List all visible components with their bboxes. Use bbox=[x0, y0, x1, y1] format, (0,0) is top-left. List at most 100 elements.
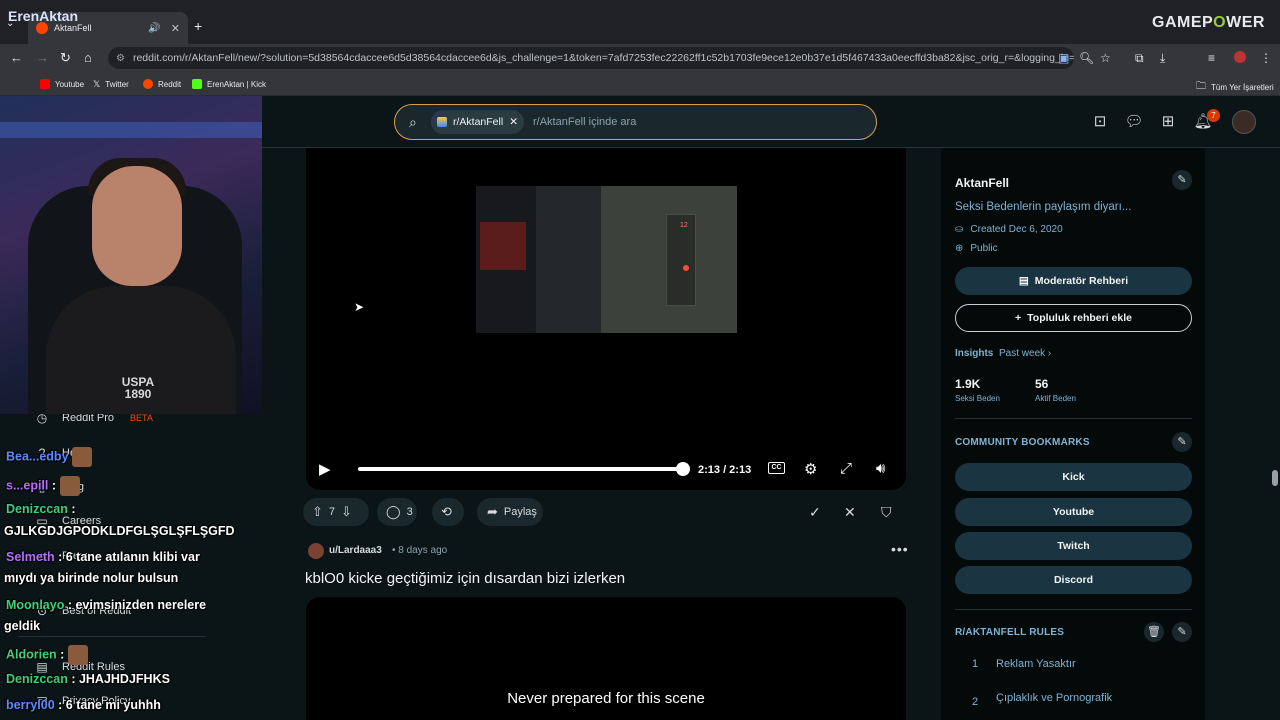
post-time: • 8 days ago bbox=[392, 545, 448, 556]
edit-pencil-icon[interactable]: ✎ bbox=[1172, 170, 1192, 190]
video-progress-bar[interactable] bbox=[358, 467, 683, 471]
chevron-right-icon: › bbox=[1047, 348, 1052, 359]
share-button[interactable]: ➦ Paylaş bbox=[487, 504, 537, 520]
youtube-icon bbox=[40, 79, 50, 89]
rule-text[interactable]: Reklam Yasaktır bbox=[996, 658, 1076, 670]
crosspost-button[interactable]: ⟲ bbox=[441, 504, 452, 520]
bookmark-discord-button[interactable]: Discord bbox=[955, 566, 1192, 594]
reddit-icon bbox=[143, 79, 153, 89]
post-options-icon[interactable]: ••• bbox=[891, 541, 909, 557]
comments-button[interactable]: ◯ 3 bbox=[386, 504, 413, 520]
back-icon[interactable]: ← bbox=[10, 50, 23, 65]
created-date: ⛀ Created Dec 6, 2020 bbox=[955, 224, 1063, 235]
bookmark-label: Reddit bbox=[158, 79, 182, 89]
stat-members: 1.9K Seksi Beden bbox=[955, 377, 1000, 403]
all-bookmarks-label: Tüm Yer İşaretleri bbox=[1211, 83, 1274, 92]
bookmark-reddit[interactable]: Reddit bbox=[143, 79, 181, 89]
rule-text[interactable]: Çıplaklık ve Pornografik bbox=[996, 692, 1112, 704]
new-tab-button[interactable]: + bbox=[194, 18, 202, 34]
rule-number: 2 bbox=[972, 696, 979, 708]
shield-icon[interactable]: ⛉ bbox=[881, 504, 892, 521]
home-icon[interactable]: ⌂ bbox=[84, 50, 92, 65]
address-bar[interactable]: ⚙ reddit.com/r/AktanFell/new/?solution=5… bbox=[108, 47, 1074, 69]
all-bookmarks[interactable]: 🗀 Tüm Yer İşaretleri bbox=[1196, 79, 1274, 96]
edit-bookmarks-icon[interactable]: ✎ bbox=[1172, 432, 1192, 452]
chat-message: s...epill : bbox=[6, 476, 80, 496]
chat-user: Denizccan bbox=[6, 672, 68, 686]
chat-message: berryl00 : 6 tane mi yuhhh bbox=[6, 698, 161, 712]
download-icon[interactable]: ⤓ bbox=[1160, 51, 1165, 66]
add-guide-label: Topluluk rehberi ekle bbox=[1027, 312, 1132, 324]
community-chip-label: r/AktanFell bbox=[453, 116, 504, 128]
insights-label: Insights bbox=[955, 348, 994, 359]
extensions-icon[interactable]: ⧉ bbox=[1135, 51, 1144, 66]
shirt-print: USPA 1890 bbox=[121, 375, 155, 401]
share-label: Paylaş bbox=[503, 506, 537, 518]
post-title[interactable]: kblO0 kicke geçtiğimiz için dısardan biz… bbox=[305, 570, 625, 587]
community-description: Seksi Bedenlerin paylaşım diyarı... bbox=[955, 201, 1132, 213]
search-placeholder: r/AktanFell içinde ara bbox=[533, 116, 637, 128]
zoom-icon[interactable]: 🔍︎ bbox=[1079, 51, 1094, 65]
captions-icon[interactable]: CC bbox=[768, 462, 785, 474]
advertise-icon[interactable]: ⊡ bbox=[1089, 111, 1111, 133]
translate-icon[interactable]: ▣ bbox=[1058, 51, 1069, 65]
settings-gear-icon[interactable]: ⚙ bbox=[804, 460, 817, 478]
bookmark-twitter[interactable]: 𝕏 Twitter bbox=[93, 79, 129, 90]
video-progress-handle[interactable] bbox=[676, 462, 690, 476]
remove-icon[interactable]: ✕ bbox=[844, 504, 856, 521]
bookmark-kick-button[interactable]: Kick bbox=[955, 463, 1192, 491]
remove-chip-icon[interactable]: ✕ bbox=[509, 116, 518, 128]
profile-icon[interactable] bbox=[1234, 51, 1246, 63]
approve-icon[interactable]: ✓ bbox=[809, 504, 821, 521]
create-post-icon[interactable]: ⊞ bbox=[1157, 111, 1179, 133]
scrollbar-thumb[interactable] bbox=[1272, 470, 1278, 486]
comment-count: 3 bbox=[406, 506, 413, 518]
forward-icon[interactable]: → bbox=[36, 50, 49, 65]
chat-icon[interactable]: 💬︎ bbox=[1123, 111, 1145, 133]
chat-user: Bea...edby bbox=[6, 449, 69, 464]
moderator-guide-button[interactable]: ▤ Moderatör Rehberi bbox=[955, 267, 1192, 295]
chat-user: s...epill bbox=[6, 478, 49, 493]
chat-message: Aldorien : bbox=[6, 645, 88, 665]
close-tab-icon[interactable]: ✕ bbox=[171, 22, 180, 35]
divider bbox=[955, 609, 1192, 610]
chat-user: Moonlayo bbox=[6, 598, 65, 612]
volume-icon[interactable]: 🔊︎ bbox=[876, 460, 885, 477]
downvote-icon[interactable]: ⇩ bbox=[341, 504, 352, 520]
fullscreen-icon[interactable]: ⤢ bbox=[840, 460, 852, 477]
post-author[interactable]: u/Lardaaa3 bbox=[329, 545, 382, 556]
add-community-guide-button[interactable]: + Topluluk rehberi ekle bbox=[955, 304, 1192, 332]
edit-rules-icon[interactable]: ✎ bbox=[1172, 622, 1192, 642]
chat-user: berryl00 bbox=[6, 698, 55, 712]
site-info-icon[interactable]: ⚙ bbox=[116, 53, 125, 64]
bookmark-youtube[interactable]: Youtube bbox=[40, 79, 84, 89]
play-icon[interactable]: ▶ bbox=[319, 460, 331, 478]
tab-search-list-icon[interactable]: ≡ bbox=[1208, 51, 1215, 65]
webcam-feed: USPA 1890 bbox=[0, 96, 262, 414]
bookmark-twitch-button[interactable]: Twitch bbox=[955, 532, 1192, 560]
bookmark-star-icon[interactable]: ☆ bbox=[1100, 51, 1111, 65]
globe-icon: ⊕ bbox=[955, 243, 964, 254]
community-chip[interactable]: r/AktanFell ✕ bbox=[431, 110, 524, 134]
page-scrollbar[interactable] bbox=[1270, 148, 1280, 720]
stat-value: 1.9K bbox=[955, 377, 981, 391]
comment-icon: ◯ bbox=[386, 504, 401, 519]
bookmark-kick[interactable]: ErenAktan | Kick bbox=[192, 79, 266, 89]
community-name: AktanFell bbox=[955, 176, 1010, 190]
divider bbox=[18, 636, 206, 637]
rule-number: 1 bbox=[972, 658, 979, 670]
upvote-icon[interactable]: ⇧ bbox=[312, 504, 323, 520]
bookmark-label: Youtube bbox=[55, 79, 85, 89]
speaker-icon[interactable]: 🔊 bbox=[148, 23, 160, 34]
user-avatar[interactable] bbox=[1232, 110, 1256, 134]
author-avatar[interactable] bbox=[308, 543, 324, 559]
notification-count-badge: 7 bbox=[1207, 109, 1220, 122]
insights-period-link[interactable]: Past week › bbox=[999, 348, 1051, 359]
search-input[interactable]: ⌕ r/AktanFell ✕ r/AktanFell içinde ara bbox=[394, 104, 877, 140]
menu-icon[interactable]: ⋮ bbox=[1260, 51, 1272, 65]
reload-icon[interactable]: ↻ bbox=[60, 50, 71, 66]
search-icon: ⌕ bbox=[409, 114, 417, 130]
bookmark-youtube-button[interactable]: Youtube bbox=[955, 498, 1192, 526]
video-caption: Never prepared for this scene bbox=[507, 690, 705, 707]
delete-trash-icon[interactable]: 🗑︎ bbox=[1144, 622, 1164, 642]
